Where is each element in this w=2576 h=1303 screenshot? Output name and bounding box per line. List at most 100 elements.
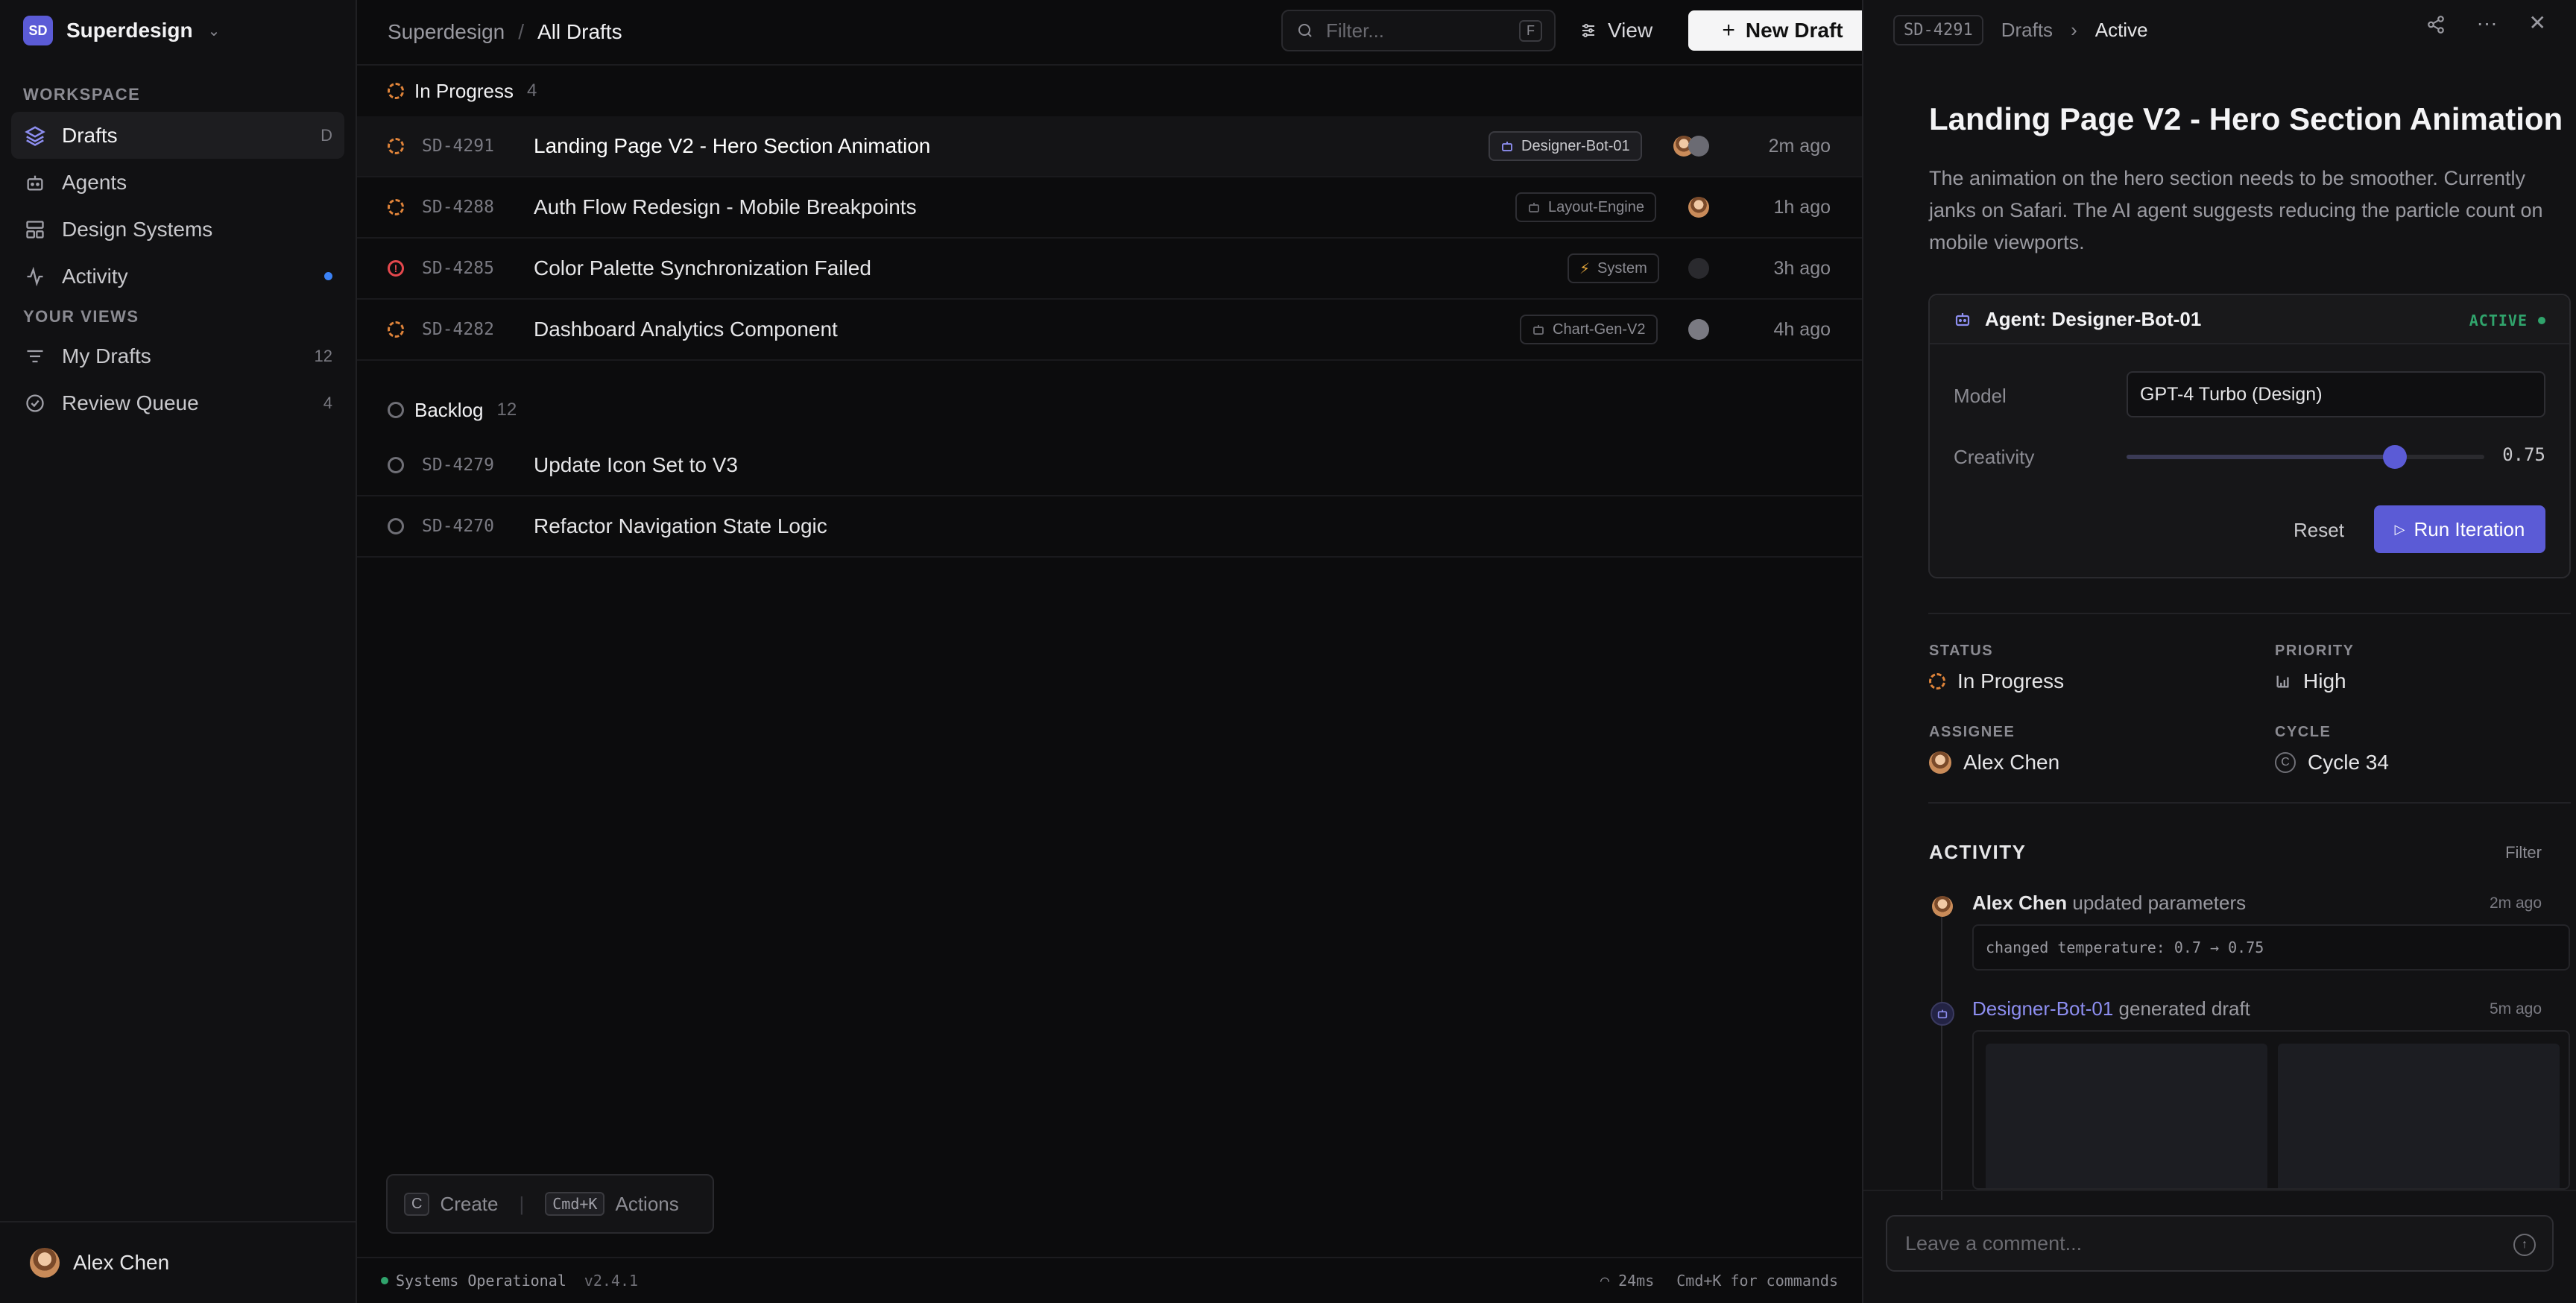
preview-thumbnail[interactable] [1986, 1044, 2267, 1188]
creativity-value: 0.75 [2502, 444, 2545, 465]
close-icon[interactable]: ✕ [2529, 13, 2546, 34]
agent-tag[interactable]: Designer-Bot-01 [1489, 131, 1642, 161]
workspace-switcher[interactable]: SD Superdesign ⌄ [0, 0, 356, 61]
agent-name: Agent: Designer-Bot-01 [1985, 307, 2202, 330]
status-label: STATUS [1929, 643, 1994, 659]
breadcrumb-root[interactable]: Superdesign [388, 20, 505, 44]
activity-actor-link[interactable]: Designer-Bot-01 [1972, 997, 2113, 1020]
sidebar-item-design-systems[interactable]: Design Systems [11, 206, 344, 253]
panel-actions: ··· ✕ [2426, 13, 2546, 34]
workspace-logo: SD [23, 16, 53, 45]
model-label: Model [1954, 385, 2007, 407]
sidebar-item-agents[interactable]: Agents [11, 159, 344, 206]
table-row[interactable]: SD-4288 Auth Flow Redesign - Mobile Brea… [357, 177, 1862, 239]
avatar [1688, 319, 1709, 340]
breadcrumb-current: Active [2094, 18, 2148, 41]
bolt-icon: ⚡ [1579, 260, 1591, 277]
app: SD Superdesign ⌄ WORKSPACE Drafts D Agen… [0, 0, 2576, 1303]
creativity-slider[interactable] [2127, 445, 2484, 469]
more-icon[interactable]: ··· [2477, 13, 2498, 34]
filter-input[interactable]: Filter... F [1281, 10, 1556, 51]
breadcrumb-separator: / [518, 20, 525, 43]
sliders-icon [1582, 24, 1594, 37]
activity-item: Designer-Bot-01 generated draft [1972, 997, 2250, 1020]
actions-shortcut[interactable]: Cmd+K [545, 1192, 605, 1216]
draft-id: SD-4288 [422, 198, 494, 217]
activity-item: Alex Chen updated parameters [1972, 892, 2246, 915]
draft-title: Landing Page V2 - Hero Section Animation [1929, 101, 2563, 136]
reset-button[interactable]: Reset [2294, 519, 2344, 542]
table-row[interactable]: SD-4291 Landing Page V2 - Hero Section A… [357, 116, 1862, 177]
activity-detail: changed temperature: 0.7 → 0.75 [1972, 924, 2570, 971]
backlog-icon [388, 402, 404, 418]
alert-icon: ! [388, 260, 404, 277]
view-button[interactable]: View [1579, 13, 1652, 48]
updated-time: 2m ago [1768, 135, 1831, 157]
draft-title: Landing Page V2 - Hero Section Animation [534, 134, 931, 157]
agent-tag-label: Designer-Bot-01 [1521, 137, 1630, 154]
sidebar-item-activity[interactable]: Activity [11, 253, 344, 300]
draft-title: Color Palette Synchronization Failed [534, 256, 871, 280]
preview-thumbnail[interactable] [2278, 1044, 2560, 1188]
avatar [1688, 197, 1709, 218]
sidebar-item-label: My Drafts [62, 344, 151, 367]
draft-id-chip[interactable]: SD-4291 [1893, 14, 1983, 45]
table-row[interactable]: ! SD-4285 Color Palette Synchronization … [357, 239, 1862, 300]
updated-time: 4h ago [1773, 318, 1831, 340]
table-row[interactable]: SD-4279 Update Icon Set to V3 [357, 435, 1862, 496]
run-iteration-button[interactable]: ▷ Run Iteration [2374, 505, 2545, 553]
count-badge: 4 [323, 393, 332, 412]
filter-lines-icon [23, 344, 47, 368]
share-icon[interactable] [2426, 15, 2446, 34]
priority-field[interactable]: High [2275, 669, 2346, 693]
activity-filter-button[interactable]: Filter [2505, 843, 2542, 862]
activity-action: generated draft [2118, 997, 2250, 1020]
assignee-label: ASSIGNEE [1929, 724, 2015, 740]
sidebar-item-label: Drafts [62, 123, 118, 147]
agent-tag[interactable]: ⚡ System [1568, 253, 1659, 283]
layout-icon [23, 218, 47, 242]
actions-label[interactable]: Actions [615, 1193, 678, 1216]
divider: | [519, 1192, 525, 1215]
user-menu[interactable]: Alex Chen [0, 1221, 356, 1303]
activity-time: 5m ago [2489, 1000, 2542, 1018]
new-draft-label: New Draft [1745, 19, 1843, 42]
sidebar-item-drafts[interactable]: Drafts D [11, 112, 344, 159]
sidebar-item-my-drafts[interactable]: My Drafts 12 [11, 332, 344, 379]
comment-input[interactable]: Leave a comment... ↑ [1886, 1215, 2554, 1272]
sidebar-item-review-queue[interactable]: Review Queue 4 [11, 379, 344, 426]
group-count: 12 [496, 400, 517, 420]
group-header-in-progress[interactable]: In Progress 4 [357, 66, 1862, 116]
bot-icon [1529, 203, 1539, 212]
sidebar: SD Superdesign ⌄ WORKSPACE Drafts D Agen… [0, 0, 357, 1303]
command-hint: Cmd+K for commands [1676, 1272, 1838, 1290]
filter-placeholder: Filter... [1326, 19, 1385, 42]
status-field[interactable]: In Progress [1929, 669, 2064, 693]
group-header-backlog[interactable]: Backlog 12 [357, 385, 1862, 435]
main-list: Superdesign / All Drafts Filter... F Vie… [357, 0, 1877, 1303]
send-icon[interactable]: ↑ [2513, 1234, 2536, 1256]
activity-time: 2m ago [2489, 895, 2542, 912]
draft-title: Dashboard Analytics Component [534, 318, 838, 341]
assignee-field[interactable]: Alex Chen [1929, 751, 2059, 774]
create-label[interactable]: Create [440, 1193, 498, 1216]
unread-dot [324, 272, 332, 280]
activity-actor[interactable]: Alex Chen [1972, 892, 2067, 914]
status-bar: Systems Operational v2.4.1 ◠ 24ms Cmd+K … [357, 1257, 1862, 1303]
count-badge: 12 [314, 346, 332, 365]
model-field[interactable]: GPT-4 Turbo (Design) [2127, 371, 2545, 417]
table-row[interactable]: SD-4282 Dashboard Analytics Component Ch… [357, 300, 1862, 361]
priority-value: High [2303, 669, 2346, 692]
wifi-icon: ◠ [1600, 1272, 1619, 1290]
cycle-label: CYCLE [2275, 724, 2332, 740]
agent-tag[interactable]: Chart-Gen-V2 [1520, 315, 1658, 344]
slider-thumb[interactable] [2383, 445, 2407, 469]
cycle-field[interactable]: C Cycle 34 [2275, 751, 2389, 774]
agent-tag[interactable]: Layout-Engine [1515, 192, 1656, 222]
table-row[interactable]: SD-4270 Refactor Navigation State Logic [357, 496, 1862, 558]
agent-tag-label: Chart-Gen-V2 [1553, 321, 1646, 338]
new-draft-button[interactable]: + New Draft [1688, 10, 1877, 51]
draft-preview[interactable] [1972, 1030, 2570, 1190]
create-shortcut[interactable]: C [404, 1192, 430, 1216]
breadcrumb-drafts[interactable]: Drafts [2001, 19, 2053, 42]
